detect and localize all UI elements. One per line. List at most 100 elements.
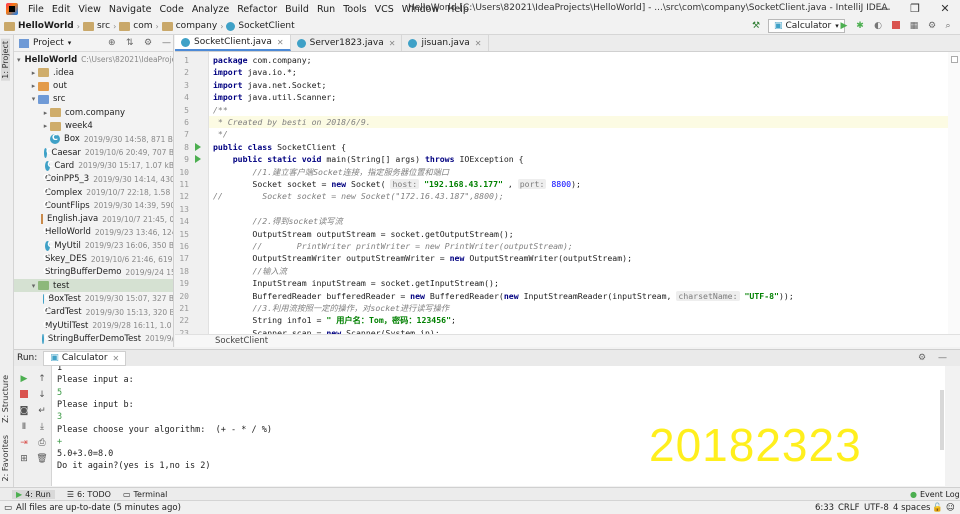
editor-tab[interactable]: SocketClient.java ✕: [175, 35, 291, 51]
menu-item-refactor[interactable]: Refactor: [233, 4, 281, 15]
expand-arrow-icon[interactable]: ▾: [17, 56, 21, 64]
menu-item-run[interactable]: Run: [313, 4, 339, 15]
project-view-title[interactable]: Project: [33, 38, 64, 48]
caret-position[interactable]: 6:33: [815, 503, 834, 513]
tree-item[interactable]: MyUtilTest2019/9/28 16:11, 1.0 kB: [14, 319, 173, 332]
tree-item[interactable]: MyUtil2019/9/23 16:06, 350 B: [14, 239, 173, 252]
project-tool-tab[interactable]: 1: Project: [1, 39, 10, 81]
tree-item[interactable]: ▾HelloWorldC:\Users\82021\IdeaProjects: [14, 53, 173, 66]
hide-panel-icon[interactable]: —: [162, 38, 171, 48]
tree-item[interactable]: Complex 2019/10/7 22:18, 1.58 kB: [14, 186, 173, 199]
run-gutter-icon[interactable]: [195, 155, 201, 164]
editor-tab[interactable]: jisuan.java ✕: [402, 35, 489, 51]
run-tool-tab[interactable]: ▶ 4: Run: [12, 489, 55, 499]
expand-arrow-icon[interactable]: ▸: [41, 122, 50, 130]
tree-item[interactable]: Card2019/9/30 15:17, 1.07 kB: [14, 159, 173, 172]
coverage-icon[interactable]: ◐: [872, 21, 884, 32]
event-icon[interactable]: ☺: [946, 503, 955, 513]
menu-item-code[interactable]: Code: [155, 4, 187, 15]
gear-icon[interactable]: ⚙: [144, 38, 152, 48]
tree-item[interactable]: ▸ week4: [14, 120, 173, 133]
breadcrumb-item[interactable]: company ›: [161, 21, 223, 31]
expand-arrow-icon[interactable]: ▾: [29, 282, 38, 290]
tree-item[interactable]: CountFlips 2019/9/30 14:39, 590 B: [14, 199, 173, 212]
editor-breadcrumb[interactable]: SocketClient: [175, 334, 960, 347]
tree-item[interactable]: ▸ .idea: [14, 66, 173, 79]
chevron-down-icon[interactable]: ▾: [68, 39, 72, 47]
expand-arrow-icon[interactable]: ▸: [29, 69, 38, 77]
stop-icon[interactable]: [890, 21, 902, 32]
run-icon[interactable]: ▶: [838, 21, 850, 32]
todo-tool-tab[interactable]: ☰ 6: TODO: [67, 490, 111, 499]
structure-tool-tab[interactable]: Z: Structure: [1, 375, 10, 423]
run-tab-calculator[interactable]: ▣ Calculator ✕: [43, 350, 127, 366]
breadcrumb-item[interactable]: SocketClient: [226, 21, 295, 31]
pause-icon[interactable]: Ⅱ: [18, 422, 30, 433]
menu-item-file[interactable]: File: [24, 4, 48, 15]
stop-icon[interactable]: [18, 390, 30, 401]
menu-item-tools[interactable]: Tools: [339, 4, 370, 15]
hide-panel-icon[interactable]: —: [938, 353, 947, 363]
line-separator[interactable]: CRLF: [838, 503, 859, 513]
breadcrumb-item[interactable]: HelloWorld ›: [4, 21, 80, 31]
editor-tab[interactable]: Server1823.java ✕: [291, 35, 403, 51]
favorites-tool-tab[interactable]: 2: Favorites: [1, 435, 10, 481]
search-icon[interactable]: ⌕: [942, 21, 954, 32]
pin-icon[interactable]: ⊞: [18, 454, 30, 465]
settings-icon[interactable]: ⚙: [926, 21, 938, 32]
tree-item[interactable]: ▾ test: [14, 279, 173, 293]
breadcrumb-item[interactable]: com ›: [119, 21, 159, 31]
exit-icon[interactable]: ⇥: [18, 438, 30, 449]
code-editor[interactable]: 1 2 3 4 5 6 7 8 9 10 11 12 13 14 15 16 17 18 19 20 21 22 23 pa…: [175, 52, 960, 334]
soft-wrap-icon[interactable]: ↵: [36, 406, 48, 417]
locate-icon[interactable]: ⊕: [108, 38, 116, 48]
menu-item-build[interactable]: Build: [281, 4, 313, 15]
tree-item[interactable]: StringBufferDemo2019/9/24 15:0: [14, 266, 173, 279]
menu-item-navigate[interactable]: Navigate: [105, 4, 156, 15]
tree-item[interactable]: ▾ src: [14, 93, 173, 106]
terminal-tool-tab[interactable]: ▭ Terminal: [123, 490, 167, 499]
tree-item[interactable]: Box2019/9/30 14:58, 871 B: [14, 133, 173, 146]
menu-item-analyze[interactable]: Analyze: [188, 4, 233, 15]
camera-icon[interactable]: ◙: [18, 406, 30, 417]
tree-item[interactable]: Skey_DES 2019/10/6 21:46, 619 B: [14, 253, 173, 266]
down-arrow-icon[interactable]: ↓: [36, 390, 48, 401]
close-icon[interactable]: ✕: [389, 39, 396, 48]
scroll-to-end-icon[interactable]: ⤓: [36, 422, 48, 433]
expand-arrow-icon[interactable]: ▸: [29, 82, 38, 90]
menu-item-edit[interactable]: Edit: [48, 4, 74, 15]
hammer-icon[interactable]: ⚒: [750, 21, 762, 32]
run-configuration-select[interactable]: ▣ Calculator ▾: [768, 19, 845, 33]
tree-item[interactable]: HelloWorld.iml2019/10/18 19:26, 1: [14, 346, 173, 347]
tree-item[interactable]: StringBufferDemoTest2019/9/: [14, 332, 173, 345]
tree-item[interactable]: Caesar2019/10/6 20:49, 707 B: [14, 146, 173, 159]
close-icon[interactable]: ✕: [113, 354, 120, 363]
print-icon[interactable]: ⎙: [36, 438, 48, 449]
minimize-button[interactable]: —: [870, 0, 900, 18]
expand-arrow-icon[interactable]: ▾: [29, 95, 38, 103]
tree-item[interactable]: ▸ out: [14, 80, 173, 93]
tree-item[interactable]: CoinPP5_3 2019/9/30 14:14, 430 B: [14, 173, 173, 186]
indent-setting[interactable]: 4 spaces: [893, 503, 930, 513]
event-log-tool-tab[interactable]: ● Event Log: [910, 490, 960, 499]
close-icon[interactable]: ✕: [475, 39, 482, 48]
up-arrow-icon[interactable]: ↑: [36, 374, 48, 385]
console-scrollbar[interactable]: [940, 390, 944, 450]
rerun-icon[interactable]: ▶: [18, 374, 30, 385]
menu-item-vcs[interactable]: VCS: [371, 4, 398, 15]
tree-item[interactable]: CardTest 2019/9/30 15:13, 320 B: [14, 306, 173, 319]
project-structure-icon[interactable]: ▦: [908, 21, 920, 32]
collapse-all-icon[interactable]: ⇅: [126, 38, 134, 48]
gear-icon[interactable]: ⚙: [918, 353, 926, 363]
tree-item[interactable]: BoxTest2019/9/30 15:07, 327 B: [14, 292, 173, 305]
file-encoding[interactable]: UTF-8: [864, 503, 889, 513]
tree-item[interactable]: English.java 2019/10/7 21:45, 0 B: [14, 213, 173, 226]
tree-item[interactable]: HelloWorld2019/9/23 13:46, 124 B: [14, 226, 173, 239]
debug-icon[interactable]: ✱: [854, 21, 866, 32]
close-window-button[interactable]: ✕: [930, 0, 960, 18]
expand-arrow-icon[interactable]: ▸: [41, 109, 50, 117]
trash-icon[interactable]: 🗑: [36, 454, 48, 465]
breadcrumb-item[interactable]: src ›: [82, 21, 116, 31]
tree-item[interactable]: ▸ com.company: [14, 106, 173, 119]
status-toggle-icon[interactable]: ▭: [4, 503, 12, 513]
